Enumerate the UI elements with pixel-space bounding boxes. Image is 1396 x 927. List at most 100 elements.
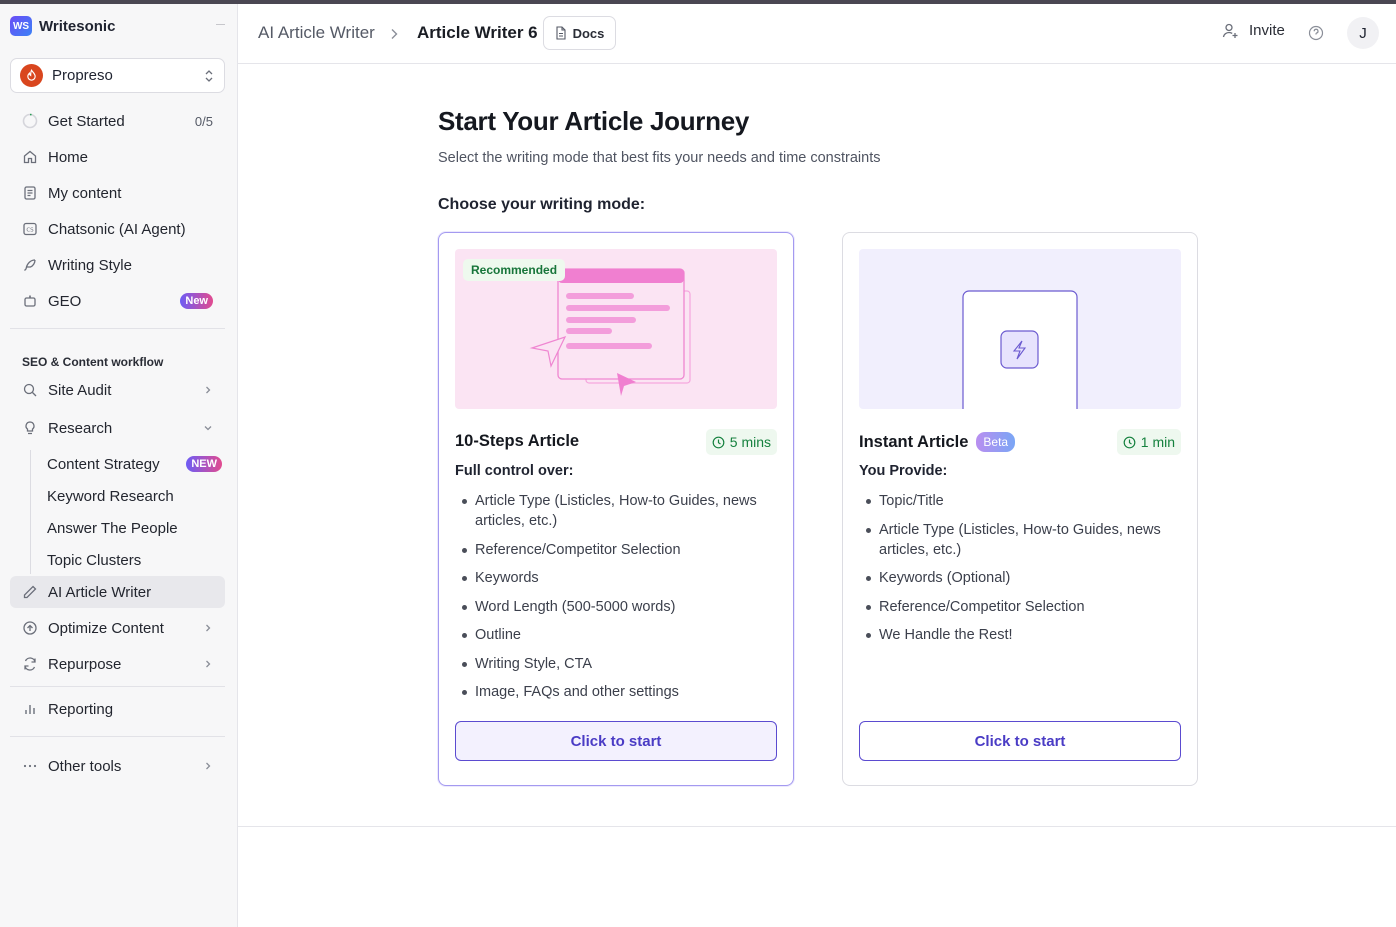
writesonic-logo: WS xyxy=(10,16,32,36)
sidebar-subitem-label: Answer The People xyxy=(47,519,178,537)
new-badge: NEW xyxy=(186,456,222,472)
list-item: Reference/Competitor Selection xyxy=(859,597,1179,617)
list-item: Keywords (Optional) xyxy=(859,568,1179,588)
list-item: Topic/Title xyxy=(859,491,1179,511)
sidebar-item-label: Writing Style xyxy=(48,256,132,274)
provide-label: Full control over: xyxy=(455,463,574,479)
sidebar-subitem-keyword-research[interactable]: Keyword Research xyxy=(47,484,222,508)
sidebar-subitem-content-strategy[interactable]: Content Strategy NEW xyxy=(47,452,222,476)
docs-label: Docs xyxy=(572,25,605,41)
sidebar-item-label: AI Article Writer xyxy=(48,583,152,601)
sidebar-item-label: Home xyxy=(48,148,89,166)
sidebar-subitem-topic-clusters[interactable]: Topic Clusters xyxy=(47,548,222,572)
time-text: 5 mins xyxy=(729,434,771,450)
sidebar-item-label: GEO xyxy=(48,292,82,310)
sidebar-item-repurpose[interactable]: Repurpose xyxy=(10,648,225,680)
beta-badge: Beta xyxy=(976,432,1016,452)
sidebar-item-label: Repurpose xyxy=(48,655,122,673)
chevron-down-icon xyxy=(204,426,212,431)
provide-label: You Provide: xyxy=(859,463,948,479)
add-user-icon xyxy=(1222,23,1238,38)
list-item: Reference/Competitor Selection xyxy=(455,540,775,560)
ten-steps-illustration: Recommended xyxy=(455,249,777,409)
sidebar-item-writing-style[interactable]: Writing Style xyxy=(10,249,225,281)
tree-line xyxy=(30,450,31,574)
list-item: Writing Style, CTA xyxy=(455,654,775,674)
collapse-sidebar-icon[interactable] xyxy=(216,24,225,25)
more-dots-icon xyxy=(22,758,38,774)
time-text: 1 min xyxy=(1140,434,1175,450)
page-subtitle: Select the writing mode that best fits y… xyxy=(438,150,881,166)
feather-pen-icon xyxy=(22,257,38,273)
time-badge: 1 min xyxy=(1116,429,1181,455)
workspace-flame-icon xyxy=(20,64,43,87)
invite-button[interactable]: Invite xyxy=(1222,22,1285,39)
bar-chart-icon xyxy=(22,701,38,717)
phone-lightning-illustration-icon xyxy=(962,290,1078,409)
chevron-right-icon xyxy=(206,762,211,770)
sidebar-item-optimize-content[interactable]: Optimize Content xyxy=(10,612,225,644)
divider xyxy=(10,736,225,737)
start-instant-button[interactable]: Click to start xyxy=(859,721,1181,761)
audit-search-icon xyxy=(22,382,38,398)
progress-count: 0/5 xyxy=(194,113,213,129)
sidebar-subitem-label: Topic Clusters xyxy=(47,551,142,569)
breadcrumb-parent[interactable]: AI Article Writer xyxy=(258,23,375,43)
arrow-up-circle-icon xyxy=(22,620,38,636)
document-icon xyxy=(556,26,566,40)
new-badge: New xyxy=(180,293,213,309)
sidebar-subitem-label: Content Strategy xyxy=(47,455,160,473)
instant-illustration xyxy=(859,249,1181,409)
workspace-name: Propreso xyxy=(52,67,113,84)
chevron-right-icon xyxy=(391,29,398,39)
sidebar-item-label: Other tools xyxy=(48,757,122,775)
svg-text:CS: CS xyxy=(26,228,34,234)
docs-button[interactable]: Docs xyxy=(543,16,616,50)
sidebar-item-label: My content xyxy=(48,184,122,202)
clock-icon xyxy=(712,436,725,448)
list-item: Keywords xyxy=(455,568,775,588)
brand[interactable]: WS Writesonic xyxy=(10,16,115,36)
sidebar-item-home[interactable]: Home xyxy=(10,141,225,173)
pencil-icon xyxy=(22,584,38,600)
section-label: SEO & Content workflow xyxy=(22,355,164,369)
lightbulb-icon xyxy=(22,420,38,436)
invite-label: Invite xyxy=(1249,22,1285,39)
sidebar-item-ai-article-writer[interactable]: AI Article Writer xyxy=(10,576,225,608)
robot-icon xyxy=(22,293,38,309)
chevron-up-down-icon xyxy=(205,69,213,82)
clock-icon xyxy=(1123,436,1136,448)
workspace-switcher[interactable]: Propreso xyxy=(10,58,225,93)
start-10-steps-button[interactable]: Click to start xyxy=(455,721,777,761)
breadcrumb-current[interactable]: Article Writer 6 xyxy=(417,23,538,43)
card-title-text: Instant Article xyxy=(859,432,969,451)
sidebar-item-reporting[interactable]: Reporting xyxy=(10,693,225,725)
sidebar-item-my-content[interactable]: My content xyxy=(10,177,225,209)
sidebar-subitem-answer-the-people[interactable]: Answer The People xyxy=(47,516,222,540)
divider xyxy=(10,328,225,329)
chevron-right-icon xyxy=(206,386,211,394)
sidebar-item-site-audit[interactable]: Site Audit xyxy=(10,374,225,406)
recommended-badge: Recommended xyxy=(463,259,566,281)
sidebar-item-chatsonic[interactable]: CS Chatsonic (AI Agent) xyxy=(10,213,225,245)
choose-mode-label: Choose your writing mode: xyxy=(438,196,646,213)
card-title-text: 10-Steps Article xyxy=(455,432,580,450)
user-avatar[interactable]: J xyxy=(1347,17,1379,49)
card-title: 10-Steps Article xyxy=(455,432,579,451)
divider xyxy=(238,826,1396,827)
card-title: Instant Article Beta xyxy=(859,432,1016,452)
sidebar-item-other-tools[interactable]: Other tools xyxy=(10,750,225,782)
sidebar-item-get-started[interactable]: Get Started 0/5 xyxy=(10,105,225,137)
chevron-right-icon xyxy=(206,624,211,632)
sidebar-item-label: Site Audit xyxy=(48,381,112,399)
sidebar-item-label: Research xyxy=(48,419,113,437)
help-icon[interactable] xyxy=(1308,25,1324,41)
sidebar: WS Writesonic Propreso Get Started 0/5 H… xyxy=(0,4,238,927)
divider xyxy=(10,686,225,687)
sidebar-item-research[interactable]: Research xyxy=(10,412,225,444)
chatsonic-icon: CS xyxy=(22,221,38,237)
sidebar-item-label: Optimize Content xyxy=(48,619,164,637)
mode-card-instant[interactable]: Instant Article Beta 1 min You Provide: … xyxy=(842,232,1198,786)
sidebar-item-geo[interactable]: GEO New xyxy=(10,285,225,317)
mode-card-10-steps[interactable]: Recommended 10-Steps Article 5 mins Full… xyxy=(438,232,794,786)
